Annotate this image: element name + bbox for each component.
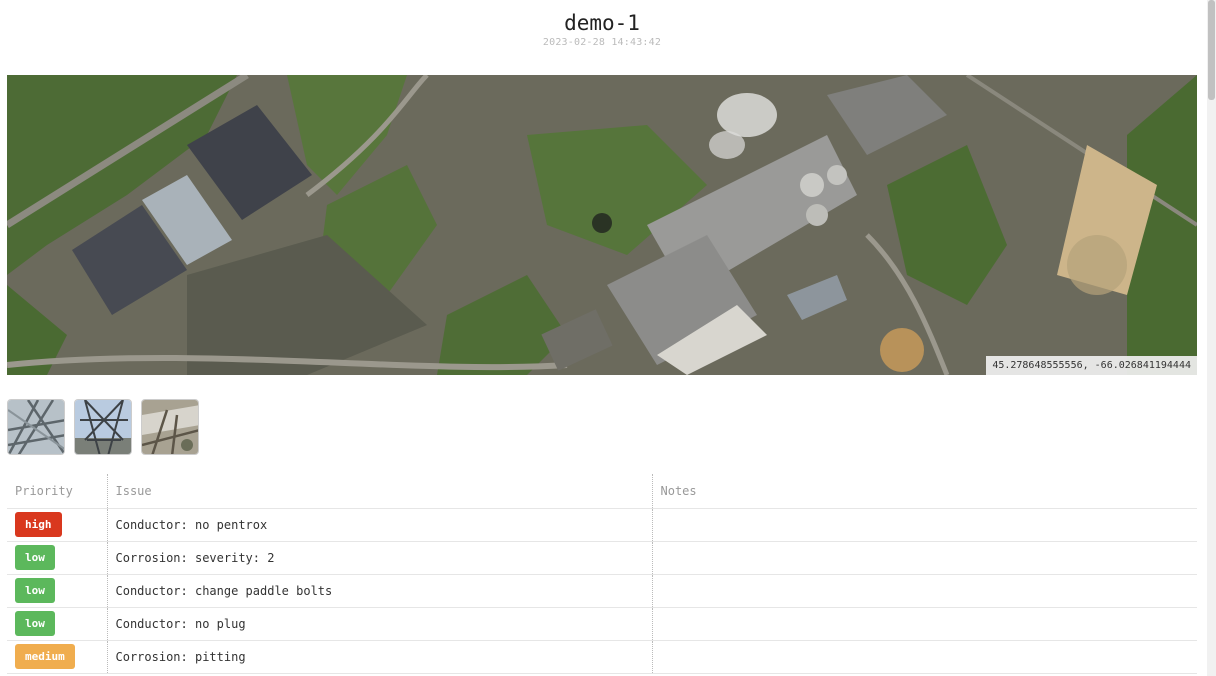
report-timestamp: 2023-02-28 14:43:42 (542, 37, 662, 48)
report-title: demo-1 (564, 11, 640, 35)
thumbnail-3[interactable] (141, 399, 199, 455)
header-issue[interactable]: Issue (107, 474, 653, 509)
issue-cell: Corrosion: pitting (107, 640, 653, 674)
table-row[interactable]: low Corrosion: severity: 2 (7, 541, 1197, 575)
tower-photo-3-icon (142, 400, 198, 454)
report-header: demo-1 2023-02-28 14:43:42 (0, 0, 1204, 48)
table-row[interactable]: low Conductor: change paddle bolts (7, 574, 1197, 608)
header-notes[interactable]: Notes (652, 474, 1197, 509)
issue-cell: Conductor: change paddle bolts (107, 574, 653, 608)
tower-photo-2-icon (75, 400, 131, 454)
table-header-row: Priority Issue Notes (7, 474, 1197, 509)
thumbnail-1[interactable] (7, 399, 65, 455)
issues-table: Priority Issue Notes high Conductor: no … (7, 474, 1197, 674)
priority-badge: low (15, 611, 55, 636)
priority-badge: high (15, 512, 62, 537)
priority-badge: low (15, 545, 55, 570)
scrollbar-thumb[interactable] (1208, 0, 1215, 100)
aerial-imagery (7, 75, 1197, 375)
notes-cell (652, 508, 1197, 542)
issue-cell: Conductor: no plug (107, 607, 653, 641)
priority-badge: low (15, 578, 55, 603)
table-row[interactable]: medium Corrosion: pitting (7, 640, 1197, 674)
notes-cell (652, 541, 1197, 575)
map-coordinates: 45.278648555556, -66.026841194444 (986, 356, 1197, 375)
table-row[interactable]: high Conductor: no pentrox (7, 508, 1197, 542)
notes-cell (652, 607, 1197, 641)
issue-cell: Corrosion: severity: 2 (107, 541, 653, 575)
notes-cell (652, 640, 1197, 674)
photo-thumbnails (7, 399, 199, 455)
page-scrollbar[interactable] (1207, 0, 1216, 676)
tower-photo-1-icon (8, 400, 64, 454)
table-row[interactable]: low Conductor: no plug (7, 607, 1197, 641)
header-priority[interactable]: Priority (7, 474, 108, 509)
thumbnail-2[interactable] (74, 399, 132, 455)
aerial-map[interactable]: 45.278648555556, -66.026841194444 (7, 75, 1197, 375)
issue-cell: Conductor: no pentrox (107, 508, 653, 542)
notes-cell (652, 574, 1197, 608)
priority-badge: medium (15, 644, 75, 669)
